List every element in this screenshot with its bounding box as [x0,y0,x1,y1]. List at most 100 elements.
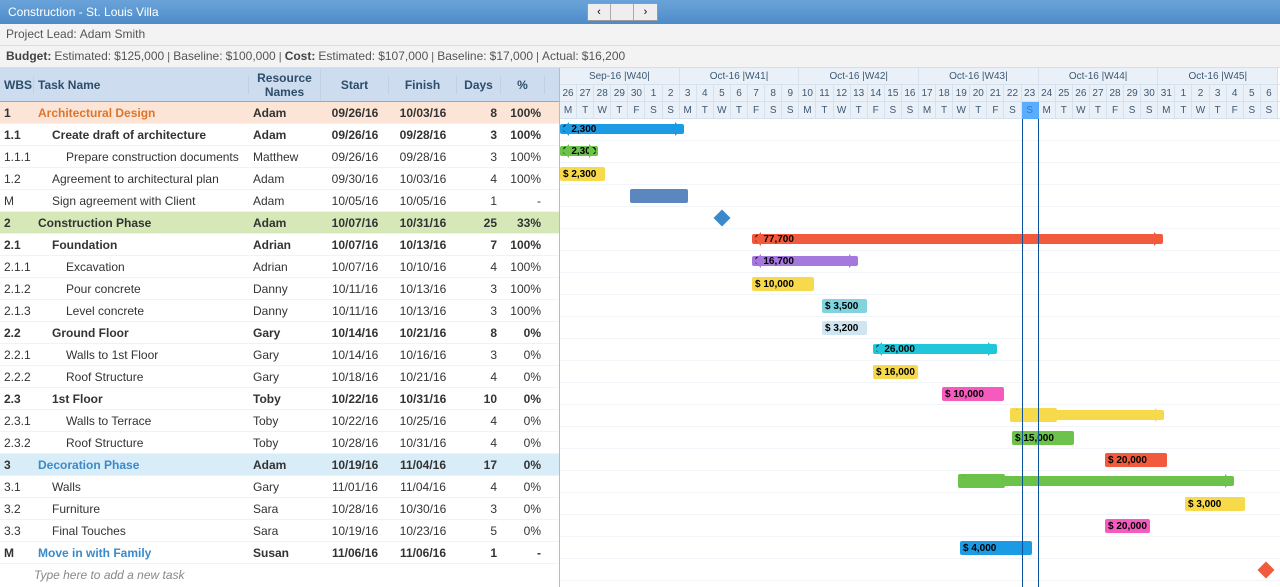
gantt-bar[interactable] [1012,410,1164,420]
gantt-row[interactable]: $ 16,000 [560,361,1280,383]
gantt-bar[interactable]: $ 16,000 [873,365,918,379]
cell-res[interactable]: Adrian [249,238,321,252]
cell-name[interactable]: Roof Structure [34,370,249,384]
cell-pct[interactable]: 0% [501,480,545,494]
cell-pct[interactable]: 0% [501,370,545,384]
gantt-row[interactable]: $ 2,300 [560,141,1280,163]
gantt-bar[interactable]: $ 3,200 [822,321,867,335]
cell-pct[interactable]: 0% [501,458,545,472]
cell-start[interactable]: 09/26/16 [321,106,389,120]
cell-name[interactable]: Decoration Phase [34,458,249,472]
task-row[interactable]: 1.1Create draft of architectureAdam09/26… [0,124,559,146]
cell-start[interactable]: 10/28/16 [321,436,389,450]
task-row[interactable]: 1Architectural DesignAdam09/26/1610/03/1… [0,102,559,124]
cell-res[interactable]: Adrian [249,260,321,274]
cell-start[interactable]: 10/14/16 [321,348,389,362]
cell-res[interactable]: Adam [249,194,321,208]
cell-pct[interactable]: 0% [501,392,545,406]
gantt-bar[interactable]: $ 26,000 [873,344,997,354]
cell-start[interactable]: 10/14/16 [321,326,389,340]
cell-pct[interactable]: 0% [501,414,545,428]
cell-res[interactable]: Toby [249,414,321,428]
cell-name[interactable]: Final Touches [34,524,249,538]
col-res[interactable]: Resource Names [249,69,321,101]
cell-finish[interactable]: 10/23/16 [389,524,457,538]
cell-start[interactable]: 09/30/16 [321,172,389,186]
gantt-row[interactable]: $ 20,000 [560,449,1280,471]
cell-days[interactable]: 3 [457,150,501,164]
gantt-bar[interactable]: $ 10,000 [752,277,814,291]
cell-pct[interactable]: 100% [501,304,545,318]
gantt-chart[interactable]: Sep-16 |W40|Oct-16 |W41|Oct-16 |W42|Oct-… [560,68,1280,587]
gantt-row[interactable]: $ 10,000 [560,383,1280,405]
cell-name[interactable]: Sign agreement with Client [34,194,249,208]
task-row[interactable]: 2.3.2Roof StructureToby10/28/1610/31/164… [0,432,559,454]
cell-name[interactable]: Ground Floor [34,326,249,340]
cell-start[interactable]: 10/22/16 [321,414,389,428]
nav-middle-button[interactable] [611,4,634,20]
cell-name[interactable]: Foundation [34,238,249,252]
gantt-row[interactable]: $ 4,000 [560,537,1280,559]
cell-days[interactable]: 5 [457,524,501,538]
cell-days[interactable]: 3 [457,128,501,142]
task-row[interactable]: 2.1.1ExcavationAdrian10/07/1610/10/16410… [0,256,559,278]
cell-pct[interactable]: 0% [501,326,545,340]
gantt-bar[interactable]: $ 77,700 [752,234,1163,244]
cell-name[interactable]: 1st Floor [34,392,249,406]
cell-days[interactable]: 4 [457,370,501,384]
cell-start[interactable]: 10/07/16 [321,216,389,230]
gantt-bar[interactable]: $ 20,000 [1105,453,1167,467]
cell-res[interactable]: Gary [249,348,321,362]
cell-name[interactable]: Move in with Family [34,546,249,560]
cell-name[interactable]: Level concrete [34,304,249,318]
cell-res[interactable]: Gary [249,326,321,340]
task-row[interactable]: 2.1.3Level concreteDanny10/11/1610/13/16… [0,300,559,322]
task-row[interactable]: 2.2Ground FloorGary10/14/1610/21/1680% [0,322,559,344]
cell-start[interactable]: 09/26/16 [321,150,389,164]
gantt-row[interactable] [560,207,1280,229]
cell-days[interactable]: 25 [457,216,501,230]
nav-next-button[interactable]: › [634,4,657,20]
cell-res[interactable]: Sara [249,524,321,538]
cell-finish[interactable]: 10/13/16 [389,282,457,296]
cell-res[interactable]: Adam [249,458,321,472]
gantt-row[interactable]: $ 3,500 [560,295,1280,317]
cell-days[interactable]: 8 [457,106,501,120]
gantt-bar[interactable]: $ 4,000 [960,541,1032,555]
task-row[interactable]: 3.3Final TouchesSara10/19/1610/23/1650% [0,520,559,542]
cell-name[interactable]: Walls [34,480,249,494]
cell-pct[interactable]: 100% [501,106,545,120]
cell-name[interactable]: Roof Structure [34,436,249,450]
gantt-row[interactable]: $ 2,300 [560,119,1280,141]
cell-finish[interactable]: 10/31/16 [389,436,457,450]
cell-start[interactable]: 10/28/16 [321,502,389,516]
cell-days[interactable]: 8 [457,326,501,340]
cell-finish[interactable]: 10/31/16 [389,216,457,230]
cell-res[interactable]: Adam [249,172,321,186]
cell-start[interactable]: 11/06/16 [321,546,389,560]
cell-start[interactable]: 10/22/16 [321,392,389,406]
cell-start[interactable]: 10/19/16 [321,458,389,472]
col-name[interactable]: Task Name [34,76,249,94]
cell-name[interactable]: Furniture [34,502,249,516]
task-row[interactable]: 2.2.2Roof StructureGary10/18/1610/21/164… [0,366,559,388]
cell-pct[interactable]: 100% [501,172,545,186]
cell-finish[interactable]: 10/10/16 [389,260,457,274]
cell-finish[interactable]: 10/03/16 [389,106,457,120]
gantt-row[interactable]: $ 3,200 [560,317,1280,339]
cell-pct[interactable]: 100% [501,128,545,142]
gantt-row[interactable]: $ 10,000 [560,273,1280,295]
cell-finish[interactable]: 10/16/16 [389,348,457,362]
task-row[interactable]: 1.2Agreement to architectural planAdam09… [0,168,559,190]
cell-name[interactable]: Construction Phase [34,216,249,230]
cell-res[interactable]: Danny [249,282,321,296]
col-days[interactable]: Days [457,76,501,94]
cell-pct[interactable]: 100% [501,282,545,296]
gantt-row[interactable]: $ 26,000 [560,339,1280,361]
cell-days[interactable]: 10 [457,392,501,406]
col-fin[interactable]: Finish [389,76,457,94]
milestone-diamond[interactable] [714,210,731,227]
gantt-row[interactable]: $ 20,000 [560,515,1280,537]
gantt-row[interactable] [560,185,1280,207]
cell-days[interactable]: 17 [457,458,501,472]
